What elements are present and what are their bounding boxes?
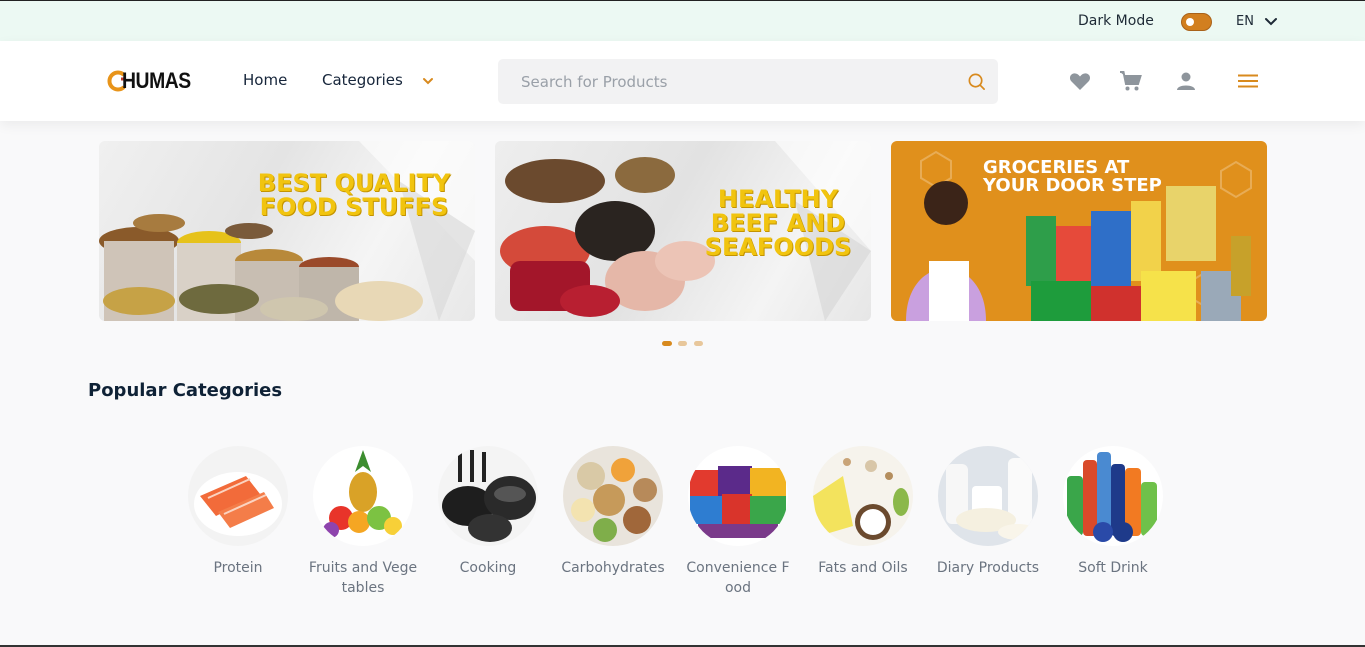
category-fruits-vegetables[interactable]: Fruits and Vegetables xyxy=(308,446,418,598)
category-convenience-food[interactable]: Convenience Food xyxy=(683,446,793,598)
category-carbohydrates[interactable]: Carbohydrates xyxy=(558,446,668,578)
search-bar xyxy=(498,59,998,104)
language-selector[interactable]: EN xyxy=(1236,14,1254,29)
main-header: HUMAS Home Categories xyxy=(0,41,1365,121)
carbohydrates-image xyxy=(563,446,663,546)
banner-title: BEST QUALITY FOOD STUFFS xyxy=(257,169,451,221)
fats-oils-image xyxy=(813,446,913,546)
category-label: Protein xyxy=(213,560,263,576)
dairy-image xyxy=(938,446,1038,546)
category-label: Fats and Oils xyxy=(818,560,908,576)
chevron-down-icon[interactable] xyxy=(421,74,435,88)
category-soft-drink[interactable]: Soft Drink xyxy=(1058,446,1168,578)
carousel-dot[interactable] xyxy=(678,341,687,346)
category-protein[interactable]: Protein xyxy=(183,446,293,578)
banner-food-stuffs[interactable]: BEST QUALITY FOOD STUFFS xyxy=(99,141,475,321)
category-cooking[interactable]: Cooking xyxy=(433,446,543,578)
category-label: Fruits and Vegetables xyxy=(308,560,418,596)
chevron-down-icon[interactable] xyxy=(1264,15,1278,29)
category-fats-oils[interactable]: Fats and Oils xyxy=(808,446,918,578)
top-bar: Dark Mode EN xyxy=(0,0,1365,41)
protein-image xyxy=(188,446,288,546)
logo[interactable]: HUMAS xyxy=(107,68,207,94)
fruits-image xyxy=(313,446,413,546)
section-title: Popular Categories xyxy=(88,380,283,401)
heart-icon[interactable] xyxy=(1068,69,1092,93)
category-label: Convenience Food xyxy=(686,560,790,596)
dark-mode-toggle[interactable] xyxy=(1181,13,1212,31)
user-icon[interactable] xyxy=(1174,69,1198,93)
category-label: Carbohydrates xyxy=(561,560,665,576)
category-diary-products[interactable]: Diary Products xyxy=(933,446,1043,578)
category-label: Soft Drink xyxy=(1078,560,1148,576)
carousel-dot[interactable] xyxy=(694,341,703,346)
carousel-indicators xyxy=(662,341,712,347)
food-sacks-image xyxy=(99,141,475,321)
cart-icon[interactable] xyxy=(1119,69,1143,93)
banner-title: GROCERIES AT YOUR DOOR STEP xyxy=(983,157,1162,196)
category-label: Diary Products xyxy=(936,560,1040,576)
toggle-knob xyxy=(1186,18,1194,26)
banner-beef-seafood[interactable]: HEALTHY BEEF AND SEAFOODS xyxy=(495,141,871,321)
carousel-dot-active[interactable] xyxy=(662,341,672,346)
cookware-image xyxy=(438,446,538,546)
category-label: Cooking xyxy=(459,560,517,576)
banner-groceries[interactable]: GROCERIES AT YOUR DOOR STEP xyxy=(891,141,1267,321)
menu-icon[interactable] xyxy=(1236,69,1260,93)
soft-drinks-image xyxy=(1063,446,1163,546)
banner-title: HEALTHY BEEF AND SEAFOODS xyxy=(704,185,852,261)
nav-home-link[interactable]: Home xyxy=(243,71,287,89)
search-icon[interactable] xyxy=(967,72,986,91)
nav-categories-link[interactable]: Categories xyxy=(322,71,403,89)
convenience-food-image xyxy=(688,446,788,546)
logo-text: HUMAS xyxy=(122,68,191,93)
dark-mode-label: Dark Mode xyxy=(1078,13,1154,29)
search-input[interactable] xyxy=(498,59,948,104)
